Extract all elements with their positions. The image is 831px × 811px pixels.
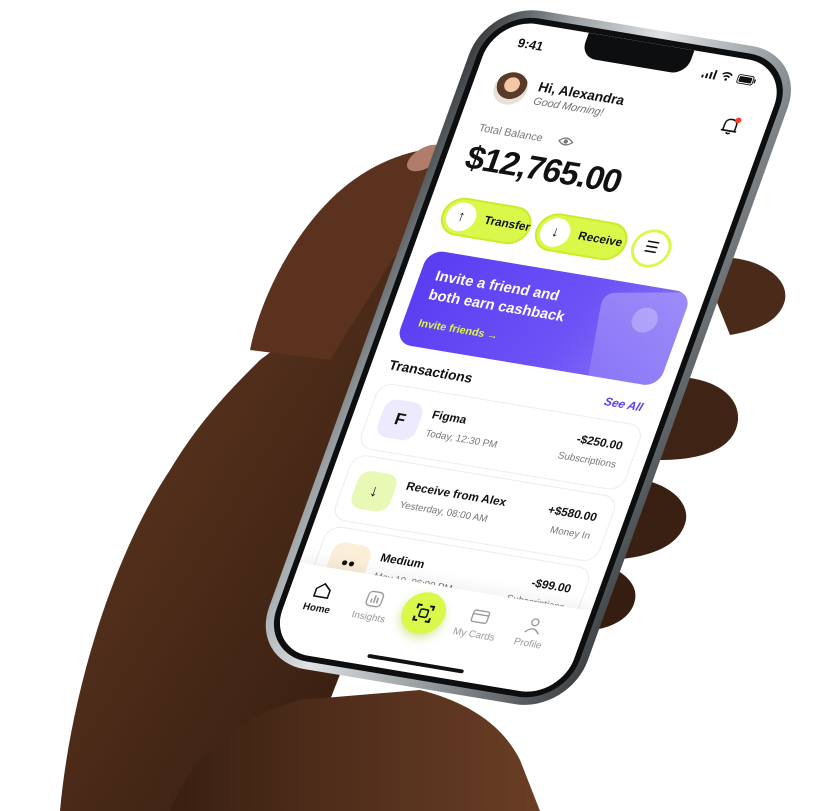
transactions-title: Transactions	[386, 356, 476, 386]
arrow-up-icon: ↑	[441, 200, 481, 234]
battery-icon	[736, 74, 757, 86]
photo-scene: 9:41 Hi, Alexandra Good Morning! Total B…	[0, 0, 831, 811]
nav-home-label: Home	[301, 601, 332, 617]
transfer-button[interactable]: ↑ Transfer	[435, 194, 538, 248]
invite-friends-link[interactable]: Invite friends →	[417, 318, 500, 342]
arrow-down-icon: ↓	[535, 215, 575, 249]
profile-icon	[524, 618, 540, 635]
nav-profile-label: Profile	[512, 636, 544, 652]
nav-insights[interactable]: Insights	[340, 585, 404, 627]
phone-device: 9:41 Hi, Alexandra Good Morning! Total B…	[0, 0, 831, 811]
signal-icon	[700, 69, 718, 80]
nav-my-cards-label: My Cards	[451, 626, 497, 644]
card-icon	[470, 609, 491, 624]
transaction-category: Subscriptions	[556, 450, 618, 471]
app-screen: 9:41 Hi, Alexandra Good Morning! Total B…	[268, 17, 789, 698]
transaction-category: Money In	[548, 524, 592, 542]
status-time: 9:41	[515, 35, 546, 54]
transaction-amount: -$99.00	[529, 575, 574, 596]
insights-icon	[365, 590, 385, 608]
arrow-down-icon: ↓	[348, 469, 401, 514]
bell-icon[interactable]	[715, 113, 746, 139]
home-indicator	[366, 653, 465, 674]
transaction-name: Figma	[430, 407, 469, 427]
promo-title: Invite a friend and both earn cashback	[426, 267, 568, 326]
menu-icon[interactable]: ☰	[625, 226, 678, 271]
total-balance-amount: $12,765.00	[460, 139, 627, 201]
receive-label: Receive	[576, 228, 625, 250]
transaction-amount: -$250.00	[574, 431, 625, 453]
wifi-icon	[722, 72, 733, 81]
nav-profile[interactable]: Profile	[500, 612, 564, 654]
status-icons	[700, 68, 758, 86]
nav-my-cards[interactable]: My Cards	[446, 603, 510, 645]
transfer-label: Transfer	[482, 213, 533, 234]
nav-insights-label: Insights	[349, 609, 387, 626]
receive-button[interactable]: ↓ Receive	[529, 210, 634, 264]
notification-dot	[735, 117, 742, 124]
phone-bezel: 9:41 Hi, Alexandra Good Morning! Total B…	[260, 10, 797, 705]
transaction-name: Medium	[378, 550, 427, 572]
scan-button[interactable]	[395, 589, 453, 638]
transaction-date: Today, 12:30 PM	[423, 428, 499, 451]
promo-decoration	[586, 292, 693, 385]
phone-frame: 9:41 Hi, Alexandra Good Morning! Total B…	[250, 2, 807, 714]
scan-icon	[411, 603, 436, 624]
figma-icon: F	[373, 397, 426, 442]
eye-icon[interactable]	[556, 135, 575, 149]
home-icon	[312, 582, 331, 600]
see-all-link[interactable]: See All	[602, 395, 645, 414]
avatar[interactable]	[488, 69, 533, 108]
transaction-amount: +$580.00	[545, 502, 600, 525]
